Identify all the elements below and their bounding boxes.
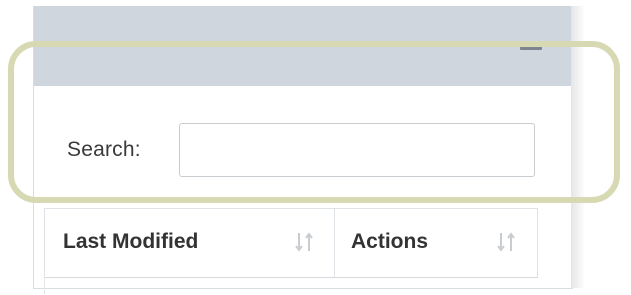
screenshot-stage: Search: Last Modified Actions xyxy=(0,0,631,295)
sort-icon[interactable] xyxy=(495,229,517,255)
search-label: Search: xyxy=(67,138,141,161)
sort-icon[interactable] xyxy=(293,229,315,255)
search-input[interactable] xyxy=(179,123,535,177)
panel-header xyxy=(34,6,572,86)
search-row: Search: xyxy=(34,86,572,206)
table-body-edge xyxy=(44,276,539,294)
table-header-row: Last Modified Actions xyxy=(44,208,538,278)
column-header-actions[interactable]: Actions xyxy=(334,209,538,277)
column-header-label: Actions xyxy=(351,230,429,253)
column-header-label: Last Modified xyxy=(63,230,199,253)
column-header-last-modified[interactable]: Last Modified xyxy=(44,209,334,277)
data-panel: Search: Last Modified Actions xyxy=(33,6,573,294)
minimize-icon[interactable] xyxy=(520,46,542,50)
panel-shadow xyxy=(571,6,585,288)
